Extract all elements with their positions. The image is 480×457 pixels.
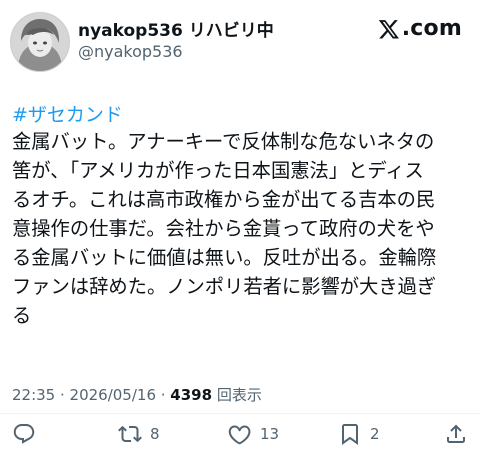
reply-button[interactable] (12, 422, 36, 446)
share-button[interactable] (444, 422, 468, 446)
display-name[interactable]: nyakop536 リハビリ中 (78, 16, 274, 41)
post-text-line: 意操作の仕事だ。会社から金貰って政府の犬をや (12, 217, 435, 240)
post-meta: 22:35 · 2026/05/16 · 4398 回表示 (12, 384, 262, 405)
brand-logo: .com (378, 16, 462, 41)
views-count: 4398 (170, 386, 213, 404)
views-label: 回表示 (212, 386, 262, 404)
share-icon (447, 424, 465, 443)
reply-icon (13, 424, 35, 444)
post-text-line: る (12, 304, 32, 327)
x-logo-icon (378, 19, 399, 38)
avatar-image (11, 13, 69, 71)
brand-text: .com (401, 16, 462, 41)
bookmark-button[interactable]: 2 (338, 422, 380, 446)
user-handle[interactable]: @nyakop536 (78, 42, 183, 61)
post-text-line: 筈が、「アメリカが作った日本国憲法」とディス (12, 159, 424, 182)
post-text: 金属バット。アナーキーで反体制な危ないネタの 筈が、「アメリカが作った日本国憲法… (12, 127, 472, 330)
repost-count: 8 (150, 425, 160, 443)
divider (0, 413, 480, 414)
repost-button[interactable]: 8 (118, 422, 160, 446)
like-button[interactable]: 13 (228, 422, 279, 446)
repost-icon (118, 425, 142, 443)
action-bar: 8 13 2 (0, 420, 480, 450)
post-timestamp[interactable]: 22:35 · 2026/05/16 · (12, 386, 170, 404)
post-text-line: るオチ。これは高市政権から金が出てる吉本の民 (12, 188, 436, 211)
post-text-line: 金属バット。アナーキーで反体制な危ないネタの (12, 130, 435, 153)
avatar[interactable] (10, 12, 70, 72)
post-card: nyakop536 リハビリ中 @nyakop536 .com #ザセカンド 金… (0, 0, 480, 457)
post-text-line: る金属バットに価値は無い。反吐が出る。金輪際 (12, 246, 437, 269)
like-count: 13 (260, 425, 280, 443)
post-text-line: ファンは辞めた。ノンポリ若者に影響が大き過ぎ (12, 275, 437, 298)
bookmark-count: 2 (370, 425, 380, 443)
hashtag-link[interactable]: #ザセカンド (12, 100, 123, 127)
bookmark-icon (342, 424, 358, 445)
heart-icon (228, 425, 251, 445)
